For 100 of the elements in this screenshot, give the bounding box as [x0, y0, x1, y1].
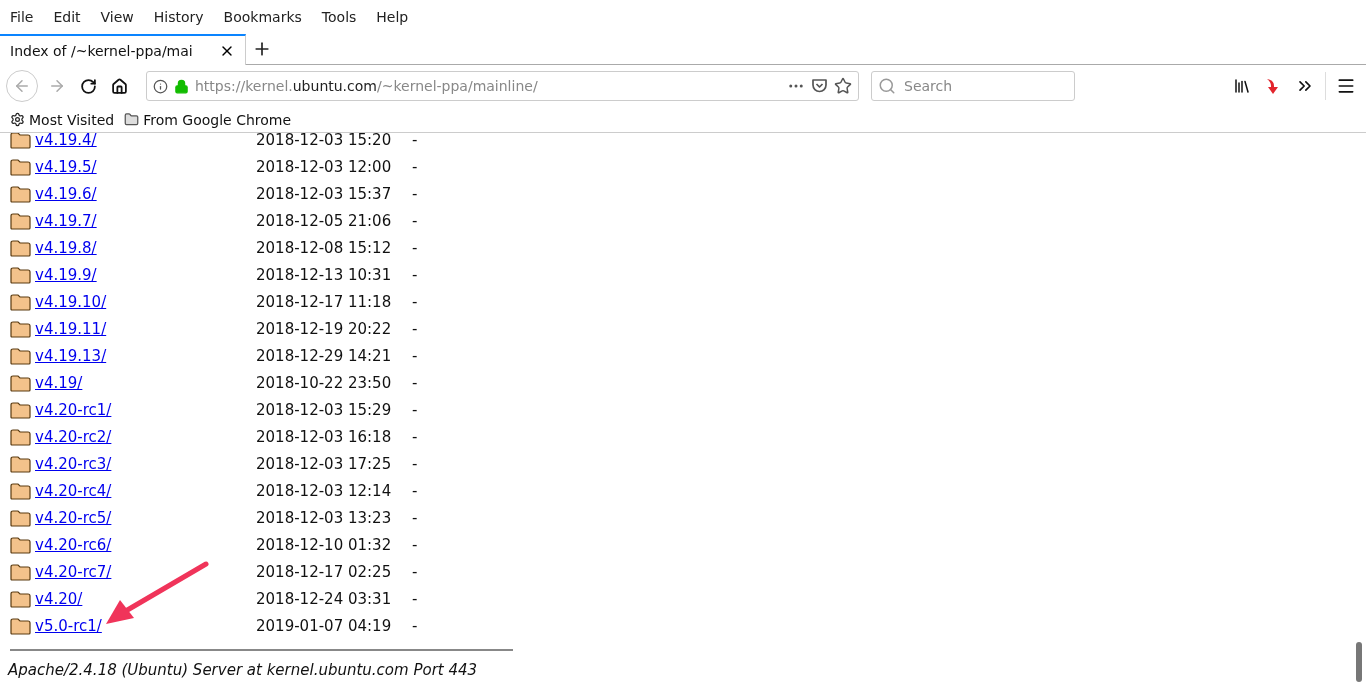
menu-item[interactable]: Bookmarks	[223, 9, 302, 25]
size-cell-text: -	[412, 481, 419, 500]
size-cell-text: -	[412, 454, 419, 473]
folder-icon	[10, 211, 31, 230]
directory-link[interactable]: v4.20-rc4/	[35, 481, 112, 500]
lock-icon	[174, 78, 189, 94]
directory-link[interactable]: v4.20-rc7/	[35, 562, 112, 581]
modified-date: 2018-12-19 20:22	[256, 319, 393, 338]
folder-icon	[10, 481, 31, 500]
browser-tab[interactable]: Index of /~kernel-ppa/mai	[0, 34, 246, 65]
modified-date: 2018-12-03 17:25	[256, 454, 393, 473]
directory-link[interactable]: v4.20/	[35, 589, 83, 608]
modified-date: 2018-12-03 15:20	[256, 133, 393, 149]
size-cell-text: -	[412, 346, 419, 365]
url-text: https://kernel.ubuntu.com/~kernel-ppa/mainline/	[195, 78, 539, 94]
folder-icon	[10, 157, 31, 176]
directory-link[interactable]: v5.0-rc1/	[35, 616, 102, 635]
folder-icon	[10, 616, 31, 635]
modified-date: 2018-12-05 21:06	[256, 211, 393, 230]
folder-icon[interactable]	[124, 112, 140, 127]
size-cell-text: -	[412, 535, 419, 554]
home-icon[interactable]	[111, 77, 128, 95]
modified-date: 2018-12-03 13:23	[256, 508, 393, 527]
menu-item[interactable]: Tools	[321, 9, 357, 25]
menu-item[interactable]: File	[10, 9, 34, 25]
size-cell-text: -	[412, 157, 419, 176]
directory-link[interactable]: v4.19.10/	[35, 292, 107, 311]
modified-date: 2018-12-08 15:12	[256, 238, 393, 257]
modified-date: 2018-12-29 14:21	[256, 346, 393, 365]
menu-icon[interactable]	[1336, 76, 1356, 96]
directory-link[interactable]: v4.19.4/	[35, 133, 97, 149]
modified-date: 2018-12-24 03:31	[256, 589, 393, 608]
bookmark-star-icon[interactable]	[834, 77, 852, 95]
address-bar[interactable]: https://kernel.ubuntu.com/~kernel-ppa/mainline/	[146, 71, 859, 101]
modified-date: 2018-12-17 11:18	[256, 292, 393, 311]
folder-icon	[10, 589, 31, 608]
folder-icon	[10, 319, 31, 338]
directory-link[interactable]: v4.20-rc6/	[35, 535, 112, 554]
directory-link[interactable]: v4.19.8/	[35, 238, 97, 257]
folder-icon	[10, 184, 31, 203]
size-cell-text: -	[412, 133, 419, 149]
size-cell-text: -	[412, 211, 419, 230]
size-cell-text: -	[412, 589, 419, 608]
info-icon[interactable]	[153, 78, 168, 94]
modified-date: 2018-10-22 23:50	[256, 373, 393, 392]
directory-link[interactable]: v4.20-rc3/	[35, 454, 112, 473]
modified-date: 2018-12-03 12:00	[256, 157, 393, 176]
modified-date: 2018-12-03 15:37	[256, 184, 393, 203]
directory-link[interactable]: v4.19.6/	[35, 184, 97, 203]
menu-item[interactable]: Help	[376, 9, 409, 25]
search-field[interactable]: Search	[871, 71, 1075, 101]
search-input[interactable]: Search	[902, 77, 1056, 95]
server-signature: Apache/2.4.18 (Ubuntu) Server at kernel.ubuntu.com Port 443	[6, 660, 478, 679]
directory-link[interactable]: v4.20-rc5/	[35, 508, 112, 527]
size-cell-text: -	[412, 184, 419, 203]
modified-date: 2018-12-13 10:31	[256, 265, 393, 284]
folder-icon	[10, 454, 31, 473]
size-cell-text: -	[412, 508, 419, 527]
size-cell-text: -	[412, 427, 419, 446]
folder-icon	[10, 238, 31, 257]
directory-link[interactable]: v4.20-rc2/	[35, 427, 112, 446]
folder-icon	[10, 292, 31, 311]
menu-item[interactable]: View	[100, 9, 134, 25]
modified-date: 2019-01-07 04:19	[256, 616, 393, 635]
size-cell-text: -	[412, 292, 419, 311]
modified-date: 2018-12-10 01:32	[256, 535, 393, 554]
modified-date: 2018-12-03 16:18	[256, 427, 393, 446]
folder-icon	[10, 133, 31, 149]
modified-date: 2018-12-17 02:25	[256, 562, 393, 581]
directory-link[interactable]: v4.19.9/	[35, 265, 97, 284]
bookmark-label[interactable]: Most Visited	[29, 111, 115, 128]
folder-icon	[10, 562, 31, 581]
menu-item[interactable]: Edit	[53, 9, 81, 25]
folder-icon	[10, 427, 31, 446]
folder-icon	[10, 535, 31, 554]
library-icon[interactable]	[1233, 77, 1251, 95]
curved-arrow-icon[interactable]	[1265, 77, 1281, 95]
directory-link[interactable]: v4.19.5/	[35, 157, 97, 176]
folder-icon	[10, 265, 31, 284]
scrollbar-thumb[interactable]	[1356, 642, 1362, 682]
directory-link[interactable]: v4.19/	[35, 373, 83, 392]
search-icon	[878, 77, 896, 95]
folder-icon	[10, 508, 31, 527]
folder-icon	[10, 373, 31, 392]
directory-link[interactable]: v4.20-rc1/	[35, 400, 112, 419]
gear-icon[interactable]	[10, 112, 25, 127]
menu-item[interactable]: History	[153, 9, 204, 25]
bookmark-label[interactable]: From Google Chrome	[143, 111, 292, 128]
size-cell-text: -	[412, 373, 419, 392]
size-cell-text: -	[412, 616, 419, 635]
size-cell-text: -	[412, 319, 419, 338]
pocket-icon[interactable]	[811, 78, 828, 94]
modified-date: 2018-12-03 15:29	[256, 400, 393, 419]
size-cell-text: -	[412, 265, 419, 284]
reload-icon[interactable]	[80, 77, 97, 95]
size-cell-text: -	[412, 562, 419, 581]
directory-link[interactable]: v4.19.7/	[35, 211, 97, 230]
directory-link[interactable]: v4.19.13/	[35, 346, 107, 365]
size-cell-text: -	[412, 400, 419, 419]
directory-link[interactable]: v4.19.11/	[35, 319, 107, 338]
